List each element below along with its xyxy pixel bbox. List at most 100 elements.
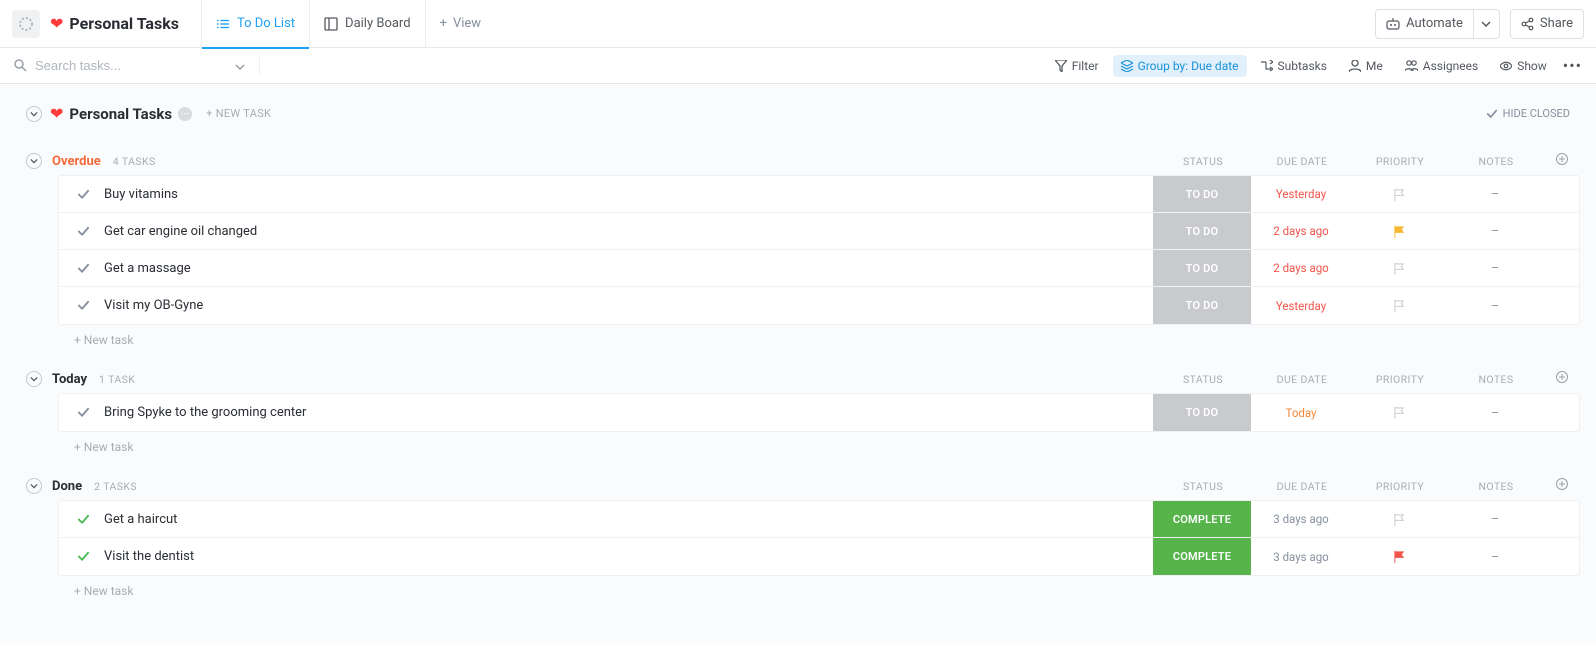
filter-button[interactable]: Filter <box>1047 55 1107 77</box>
task-row[interactable]: Visit my OB-Gyne TO DO Yesterday – <box>59 287 1579 324</box>
group-name[interactable]: Today <box>52 372 87 387</box>
priority-cell[interactable] <box>1351 250 1447 286</box>
new-task-button[interactable]: + NEW TASK <box>206 107 271 120</box>
automate-dropdown[interactable] <box>1474 9 1500 39</box>
task-name[interactable]: Visit my OB-Gyne <box>104 298 203 313</box>
priority-cell[interactable] <box>1351 213 1447 249</box>
share-label: Share <box>1540 16 1573 31</box>
col-notes: NOTES <box>1448 155 1544 168</box>
collapse-toggle[interactable] <box>26 153 42 169</box>
task-row[interactable]: Bring Spyke to the grooming center TO DO… <box>59 394 1579 431</box>
check-icon[interactable] <box>77 225 90 238</box>
status-cell[interactable]: TO DO <box>1153 250 1251 286</box>
search-box[interactable] <box>14 58 195 73</box>
top-header: ❤ Personal Tasks To Do List Daily Board … <box>0 0 1596 48</box>
task-row[interactable]: Get car engine oil changed TO DO 2 days … <box>59 213 1579 250</box>
row-pad <box>1543 213 1579 249</box>
group-name[interactable]: Overdue <box>52 154 101 169</box>
col-status: STATUS <box>1154 373 1252 386</box>
subtasks-button[interactable]: Subtasks <box>1253 55 1335 77</box>
plus-icon: + <box>440 16 447 31</box>
status-cell[interactable]: TO DO <box>1153 394 1251 431</box>
due-cell[interactable]: 3 days ago <box>1251 501 1351 537</box>
notes-cell[interactable]: – <box>1447 250 1543 286</box>
status-cell[interactable]: TO DO <box>1153 176 1251 212</box>
new-task-row[interactable]: + New task <box>26 576 1580 600</box>
notes-cell[interactable]: – <box>1447 501 1543 537</box>
group-header: Overdue 4 TASKS STATUS DUE DATE PRIORITY… <box>26 153 1580 169</box>
check-icon[interactable] <box>77 513 90 526</box>
filter-icon <box>1055 60 1067 72</box>
priority-cell[interactable] <box>1351 501 1447 537</box>
check-icon[interactable] <box>77 188 90 201</box>
status-cell[interactable]: COMPLETE <box>1153 538 1251 575</box>
col-priority: PRIORITY <box>1352 155 1448 168</box>
share-button[interactable]: Share <box>1510 9 1584 39</box>
add-column-button[interactable] <box>1544 153 1580 169</box>
notes-cell[interactable]: – <box>1447 394 1543 431</box>
due-cell[interactable]: Yesterday <box>1251 176 1351 212</box>
task-name[interactable]: Get car engine oil changed <box>104 224 257 239</box>
priority-cell[interactable] <box>1351 287 1447 324</box>
task-name[interactable]: Get a massage <box>104 261 191 276</box>
notes-cell[interactable]: – <box>1447 213 1543 249</box>
new-task-row[interactable]: + New task <box>26 432 1580 456</box>
dash: – <box>1491 406 1499 420</box>
assignees-button[interactable]: Assignees <box>1397 55 1486 77</box>
add-column-button[interactable] <box>1544 478 1580 494</box>
due-cell[interactable]: 3 days ago <box>1251 538 1351 575</box>
due-cell[interactable]: 2 days ago <box>1251 213 1351 249</box>
flag-icon <box>1393 262 1406 275</box>
check-icon[interactable] <box>77 262 90 275</box>
col-status: STATUS <box>1154 480 1252 493</box>
collapse-toggle[interactable] <box>26 371 42 387</box>
new-task-row[interactable]: + New task <box>26 325 1580 349</box>
task-row[interactable]: Get a haircut COMPLETE 3 days ago – <box>59 501 1579 538</box>
tab-daily-board[interactable]: Daily Board <box>309 0 425 48</box>
automate-button[interactable]: Automate <box>1375 9 1474 39</box>
task-name[interactable]: Visit the dentist <box>104 549 194 564</box>
task-row[interactable]: Buy vitamins TO DO Yesterday – <box>59 176 1579 213</box>
task-row[interactable]: Visit the dentist COMPLETE 3 days ago – <box>59 538 1579 575</box>
add-view-button[interactable]: + View <box>425 0 496 48</box>
collapse-toggle[interactable] <box>26 478 42 494</box>
tab-todo-list[interactable]: To Do List <box>201 0 309 48</box>
check-icon[interactable] <box>77 550 90 563</box>
info-icon[interactable]: ⋯ <box>178 107 192 121</box>
show-button[interactable]: Show <box>1492 55 1555 77</box>
due-cell[interactable]: Today <box>1251 394 1351 431</box>
dashed-circle-icon <box>19 17 33 31</box>
notes-cell[interactable]: – <box>1447 538 1543 575</box>
me-button[interactable]: Me <box>1341 55 1391 77</box>
priority-cell[interactable] <box>1351 176 1447 212</box>
list-settings-button[interactable] <box>12 10 40 38</box>
status-cell[interactable]: TO DO <box>1153 213 1251 249</box>
row-pad <box>1543 501 1579 537</box>
status-cell[interactable]: COMPLETE <box>1153 501 1251 537</box>
due-cell[interactable]: 2 days ago <box>1251 250 1351 286</box>
more-menu[interactable]: ••• <box>1555 56 1582 75</box>
due-cell[interactable]: Yesterday <box>1251 287 1351 324</box>
check-icon[interactable] <box>77 406 90 419</box>
notes-cell[interactable]: – <box>1447 176 1543 212</box>
search-input[interactable] <box>35 58 195 73</box>
collapse-toggle[interactable] <box>26 106 42 122</box>
group-name[interactable]: Done <box>52 479 82 494</box>
notes-cell[interactable]: – <box>1447 287 1543 324</box>
task-table: Get a haircut COMPLETE 3 days ago – Visi… <box>58 500 1580 576</box>
group-by-button[interactable]: Group by: Due date <box>1113 55 1247 77</box>
add-column-button[interactable] <box>1544 371 1580 387</box>
task-row[interactable]: Get a massage TO DO 2 days ago – <box>59 250 1579 287</box>
task-name[interactable]: Buy vitamins <box>104 187 178 202</box>
hide-closed-toggle[interactable]: HIDE CLOSED <box>1486 107 1570 120</box>
status-cell[interactable]: TO DO <box>1153 287 1251 324</box>
task-name[interactable]: Bring Spyke to the grooming center <box>104 405 306 420</box>
row-pad <box>1543 250 1579 286</box>
check-icon[interactable] <box>77 299 90 312</box>
row-pad <box>1543 287 1579 324</box>
priority-cell[interactable] <box>1351 538 1447 575</box>
priority-cell[interactable] <box>1351 394 1447 431</box>
assignees-label: Assignees <box>1423 59 1478 73</box>
search-dropdown[interactable] <box>235 59 245 73</box>
task-name[interactable]: Get a haircut <box>104 512 177 527</box>
